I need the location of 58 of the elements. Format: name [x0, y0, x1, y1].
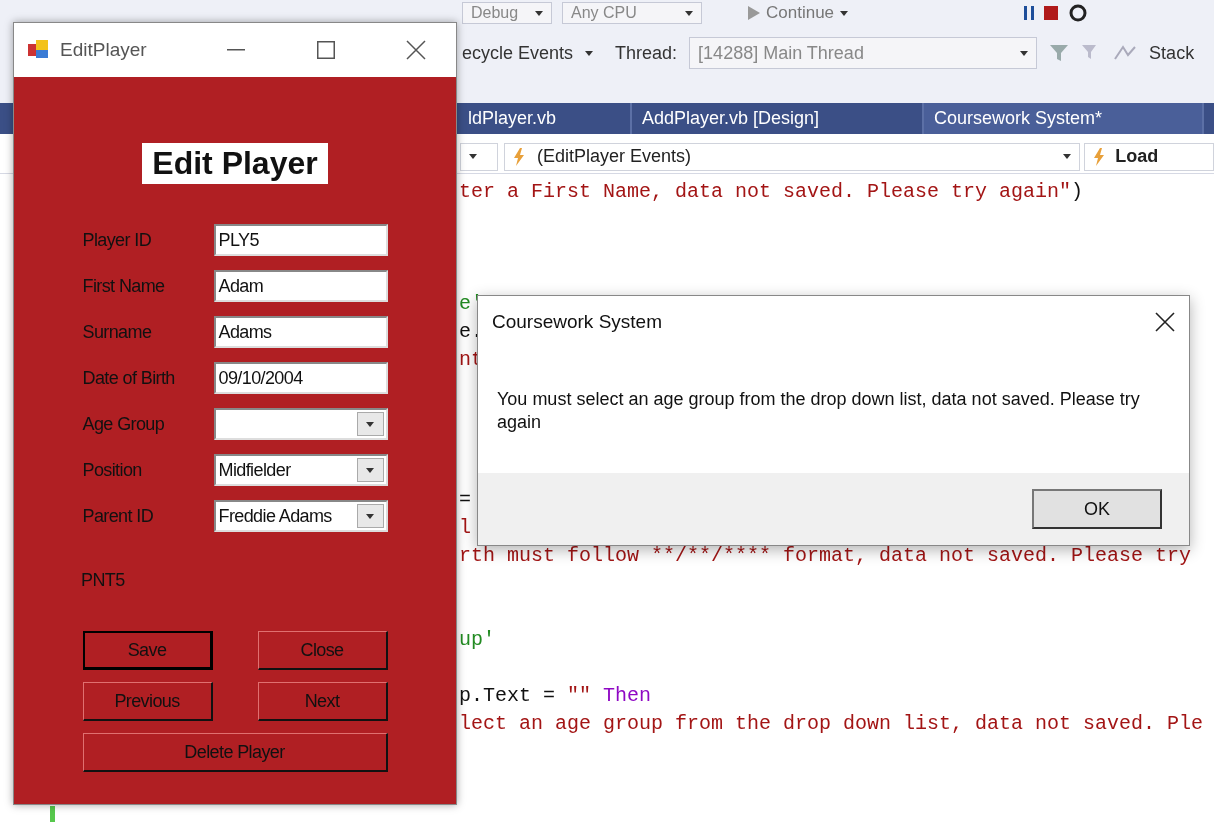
change-marker: [50, 806, 55, 822]
code-line: =: [459, 487, 471, 513]
lifecycle-events-label[interactable]: ecycle Events: [462, 42, 574, 64]
form-heading: Edit Player: [142, 143, 328, 184]
text-field[interactable]: 09/10/2004: [213, 362, 388, 394]
field-label: Date of Birth: [82, 367, 176, 389]
field-label: Position: [82, 459, 143, 481]
continue-button[interactable]: Continue: [742, 3, 855, 23]
filter-icon[interactable]: [1049, 43, 1070, 63]
thread-label: Thread:: [615, 42, 678, 64]
code-line: rth must follow **/**/**** format, data not saved. Please try: [459, 543, 1192, 569]
field-label: Player ID: [82, 229, 153, 251]
member-dropdown[interactable]: Load: [1084, 142, 1214, 171]
code-line: up': [459, 627, 495, 653]
dropdown-button[interactable]: [356, 458, 384, 482]
dropdown-arrow-icon: [366, 513, 374, 519]
minimize-icon: [227, 49, 245, 51]
code-line: ter a First Name, data not saved. Please try again"): [459, 179, 1084, 205]
field-label: Age Group: [82, 413, 166, 435]
dropdown-arrow-icon: [535, 10, 543, 16]
dropdown-arrow-icon: [685, 10, 693, 16]
maximize-icon: [317, 41, 335, 59]
pause-icon[interactable]: [1024, 6, 1035, 20]
stop-icon[interactable]: [1044, 6, 1059, 20]
code-line: lect an age group from the drop down list, data not saved. Ple: [459, 711, 1204, 737]
dropdown-arrow-icon: [585, 50, 594, 56]
lightning-icon: [512, 147, 525, 166]
play-icon: [748, 6, 760, 20]
ok-button[interactable]: OK: [1032, 489, 1162, 529]
app-icon: [28, 40, 50, 60]
dropdown-arrow-icon: [1063, 154, 1072, 159]
dropdown-arrow-icon: [840, 10, 849, 16]
field-label: First Name: [82, 275, 166, 297]
dropdown-button[interactable]: [356, 412, 384, 436]
combo-box[interactable]: Freddie Adams: [213, 500, 388, 532]
document-tab[interactable]: Coursework System*: [924, 103, 1204, 134]
text-field[interactable]: Adam: [213, 270, 388, 302]
parent-code-label: PNT5: [81, 570, 125, 591]
lightning-icon: [1093, 147, 1106, 166]
text-field[interactable]: Adams: [213, 316, 388, 348]
dropdown-button[interactable]: [356, 504, 384, 528]
close-icon: [406, 40, 426, 60]
code-line: p.Text = "" Then: [459, 683, 652, 709]
dialog-title: Coursework System: [492, 311, 662, 333]
dialog-message: You must select an age group from the drop down list, data not saved. Please try again: [497, 389, 1140, 432]
events-dropdown[interactable]: (EditPlayer Events): [503, 142, 1081, 171]
close-icon[interactable]: [1155, 312, 1175, 332]
dropdown-arrow-icon: [469, 154, 477, 159]
code-line: l: [459, 515, 471, 541]
dropdown-arrow-icon: [1020, 50, 1029, 56]
dropdown-arrow-icon: [366, 467, 374, 473]
text-field[interactable]: PLY5: [213, 224, 388, 256]
window-title: EditPlayer: [60, 39, 147, 61]
combo-box[interactable]: Midfielder: [213, 454, 388, 486]
field-label: Parent ID: [82, 505, 155, 527]
stack-label[interactable]: Stack: [1149, 42, 1195, 64]
field-label: Surname: [82, 321, 153, 343]
dropdown-arrow-icon: [366, 421, 374, 427]
